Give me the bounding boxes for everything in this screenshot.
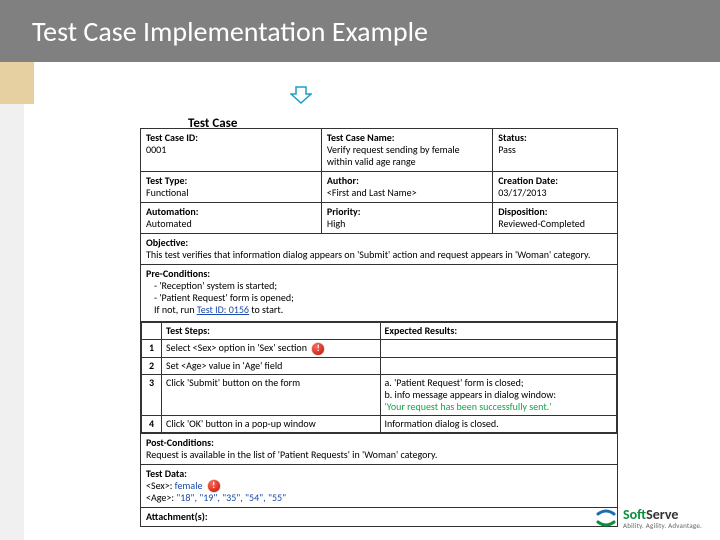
test-case-name-value: Verify request sending by female within … [327,143,460,168]
sex-value: female [175,479,203,492]
automation-value: Automated [146,217,192,230]
author-value: <First and Last Name> [327,186,417,199]
test-type-value: Functional [146,186,189,199]
title-bar: Test Case Implementation Example [0,0,720,62]
header-row-1: Test Case ID:0001 Test Case Name:Verify … [141,129,617,172]
step-3-expected: a. 'Patient Request' form is closed; b. … [380,374,617,415]
steps-table: Test Steps: Expected Results: 1 Select <… [141,322,617,434]
header-row-3: Automation:Automated Priority:High Dispo… [141,203,617,234]
step-2-expected [380,357,617,374]
priority-value: High [327,217,346,230]
creation-date-value: 03/17/2013 [498,186,546,199]
testdata-row: Test Data: <Sex>: female ! <Age>: "18", … [141,465,617,509]
step-row-3: 3 Click 'Submit' button on the form a. '… [142,374,617,415]
expected-header: Expected Results: [380,323,617,340]
disposition-value: Reviewed-Completed [498,217,585,230]
header-row-2: Test Type:Functional Author:<First and L… [141,172,617,203]
step-row-4: 4 Click 'OK' button in a pop-up window I… [142,415,617,432]
postconditions-text: Request is available in the list of 'Pat… [146,448,437,461]
step-3-text: Click 'Submit' button on the form [162,374,381,415]
attachments-label: Attachment(s): [146,511,612,523]
postconditions-row: Post-Conditions: Request is available in… [141,434,617,465]
page-title: Test Case Implementation Example [32,14,428,49]
step-1-text: Select <Sex> option in 'Sex' section [166,341,307,354]
step-1-expected [380,340,617,358]
preconditions-block: Pre-Conditions: - 'Reception' system is … [141,265,617,322]
step-2-text: Set <Age> value in 'Age' field [162,357,381,374]
status-value: Pass [498,143,516,156]
objective-text: This test verifies that information dial… [146,248,590,261]
sex-key: <Sex>: [146,479,175,492]
logo-tagline: Ability. Agility. Advantage. [623,522,702,529]
objective-row: Objective: This test verifies that infor… [141,234,617,265]
logo-brand-2: Serve [646,506,678,523]
step-row-1: 1 Select <Sex> option in 'Sex' section ! [142,340,617,358]
logo-mark-icon [594,506,618,530]
test-case-id-label: Test Case ID: [146,132,316,144]
alert-icon: ! [312,343,324,355]
step-row-2: 2 Set <Age> value in 'Age' field [142,357,617,374]
step-4-expected: Information dialog is closed. [380,415,617,432]
age-value: "18", "19", "35", "54", "55" [176,491,286,504]
step-4-text: Click 'OK' button in a pop-up window [162,415,381,432]
age-key: <Age>: [146,491,176,504]
side-strip [0,104,24,540]
attachments-row: Attachment(s): [141,508,617,526]
precondition-3: If not, run Test ID: 0156 to start. [146,304,612,316]
success-message: 'Your request has been successfully sent… [385,401,613,413]
testdata-label: Test Data: [146,468,612,480]
test-case-id-value: 0001 [146,143,166,156]
test-id-link[interactable]: Test ID: 0156 [197,303,249,316]
priority-label: Priority: [327,206,487,218]
logo-brand-1: Soft [623,506,646,523]
accent-block [0,62,34,104]
test-case-table: Test Case ID:0001 Test Case Name:Verify … [140,128,618,527]
steps-header: Test Steps: [162,323,381,340]
softserve-logo: SoftServe Ability. Agility. Advantage. [594,506,702,530]
